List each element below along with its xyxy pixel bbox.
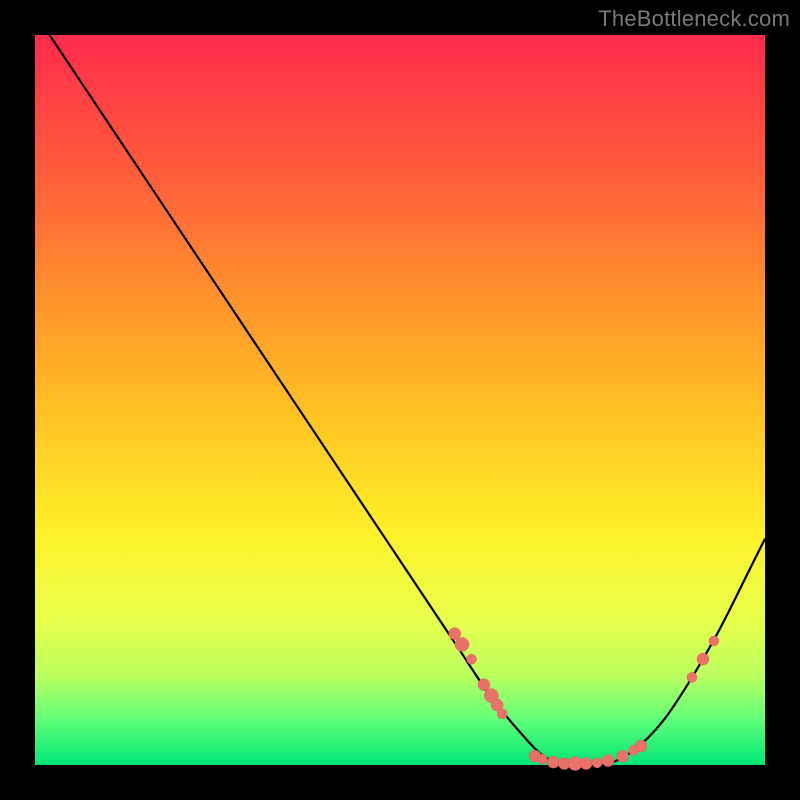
curve-marker [497, 709, 507, 719]
chart-frame: TheBottleneck.com [0, 0, 800, 800]
curve-marker [537, 754, 547, 764]
curve-marker [580, 758, 592, 770]
curve-marker [592, 758, 602, 768]
curve-marker [617, 750, 629, 762]
plot-area [35, 35, 765, 765]
watermark-text: TheBottleneck.com [598, 6, 790, 32]
curve-marker [547, 756, 559, 768]
curve-marker [455, 638, 469, 652]
bottleneck-curve [35, 13, 765, 766]
curve-marker [478, 679, 490, 691]
curve-marker [449, 628, 461, 640]
curve-marker [467, 654, 477, 664]
curve-marker [687, 672, 697, 682]
curve-layer [35, 35, 765, 765]
curve-marker [709, 636, 719, 646]
curve-marker [635, 740, 647, 752]
curve-marker [697, 653, 709, 665]
curve-marker [602, 755, 614, 767]
